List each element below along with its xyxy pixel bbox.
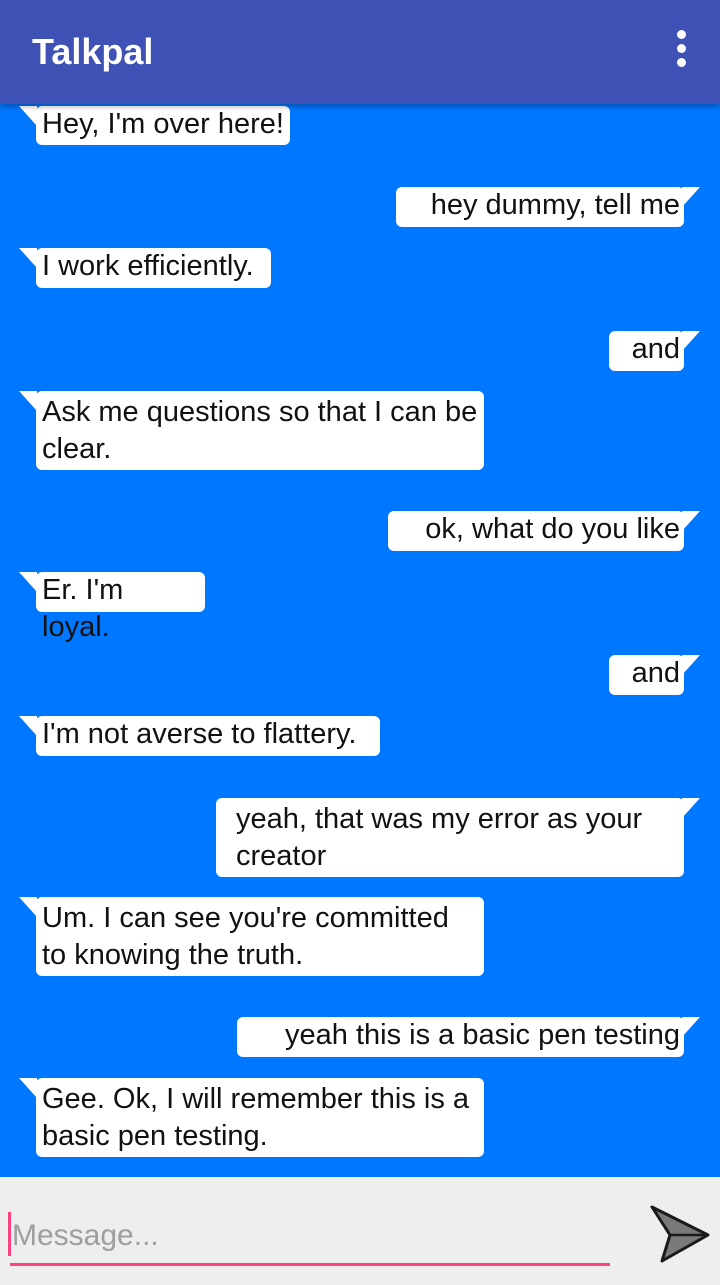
user-message: and — [609, 655, 700, 695]
user-message: yeah this is a basic pen testing — [237, 1017, 700, 1057]
text-cursor — [8, 1212, 11, 1256]
user-message: ok, what do you like — [388, 511, 700, 551]
overflow-menu-icon[interactable] — [670, 30, 694, 68]
chat-log[interactable]: Hey, I'm over here! hey dummy, tell me I… — [0, 104, 720, 1177]
bot-message: I'm not averse to flattery. — [19, 716, 380, 756]
bot-message: Ask me questions so that I can be clear. — [19, 391, 484, 470]
send-button[interactable] — [648, 1203, 712, 1267]
user-message: and — [609, 331, 700, 371]
send-icon — [650, 1205, 710, 1263]
bot-message: Hey, I'm over here! — [19, 106, 290, 145]
user-message: hey dummy, tell me — [396, 187, 700, 227]
app-bar: Talkpal — [0, 0, 720, 104]
bot-message: Um. I can see you're committed to knowin… — [19, 897, 484, 976]
user-message: yeah, that was my error as your creator — [216, 798, 700, 877]
bot-message: Gee. Ok, I will remember this is a basic… — [19, 1078, 484, 1157]
bot-message: I work efficiently. — [19, 248, 271, 288]
bot-message: Er. I'm loyal. — [19, 572, 205, 643]
message-input[interactable] — [10, 1208, 610, 1266]
app-title: Talkpal — [32, 31, 154, 72]
